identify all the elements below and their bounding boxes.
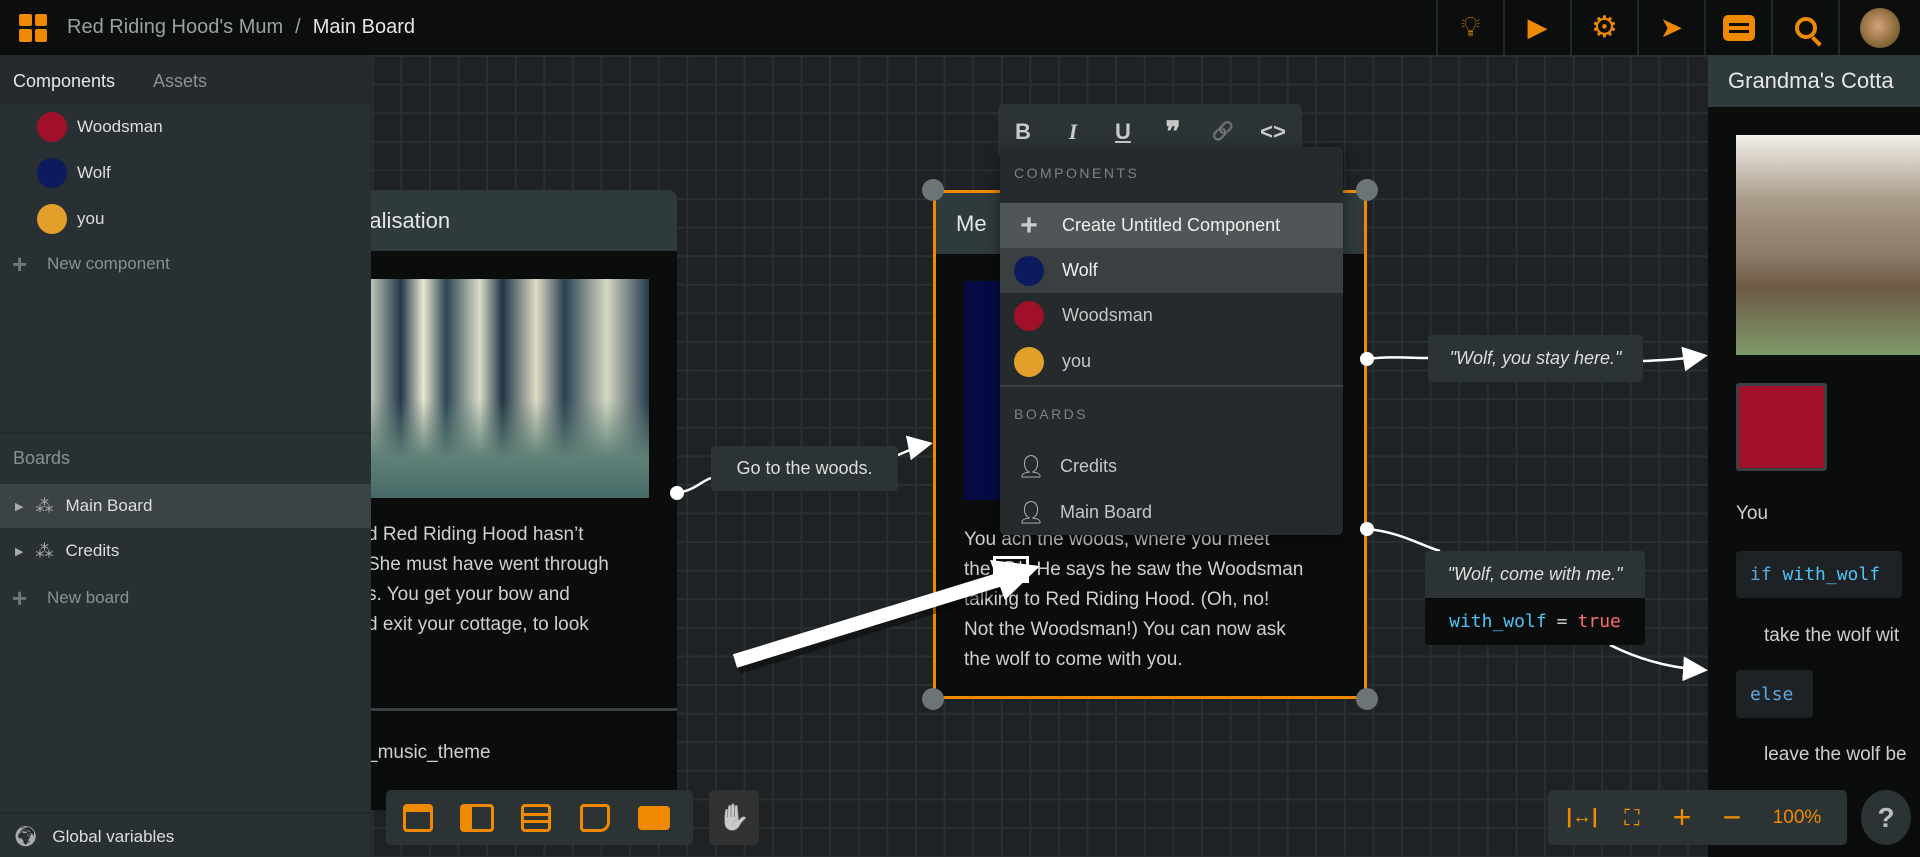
help-button[interactable]: ? (1861, 790, 1911, 845)
lightbulb-icon[interactable]: 💡︎ (1436, 0, 1503, 55)
zoom-in-button[interactable]: + (1654, 790, 1710, 845)
branch-card-icon[interactable] (449, 790, 505, 845)
user-icon: 👤︎ (1017, 453, 1045, 479)
hand-tool-button[interactable]: ✋ (709, 790, 759, 845)
zoom-controls: |↔| ⛶ + − 100% (1548, 790, 1847, 845)
card-title: Grandma's Cotta (1708, 55, 1920, 107)
mention-dropdown: COMPONENTS + Create Untitled Component W… (1000, 147, 1343, 535)
component-option-wolf[interactable]: Wolf (1000, 248, 1343, 293)
new-component-button[interactable]: + New component (0, 242, 371, 286)
sidebar-item-woodsman[interactable]: Woodsman (0, 105, 371, 149)
choice-label-come[interactable]: "Wolf, come with me." with_wolf = true (1425, 551, 1645, 645)
card-text: leave the wolf be (1764, 744, 1907, 765)
divider (1000, 385, 1343, 387)
create-component-option[interactable]: + Create Untitled Component (1000, 203, 1343, 248)
plus-icon: + (1020, 208, 1038, 242)
sidebar-item-you[interactable]: you (0, 197, 371, 241)
sidebar: Components Assets Woodsman Wolf you + New… (0, 55, 371, 857)
you-avatar (37, 204, 67, 234)
code-assignment: with_wolf = true (1425, 598, 1645, 645)
comment-icon[interactable] (626, 790, 682, 845)
zoom-out-button[interactable]: − (1704, 790, 1760, 845)
add-card-toolbar (386, 790, 693, 845)
woodsman-avatar (1014, 300, 1044, 331)
component-option-you[interactable]: you (1000, 339, 1343, 384)
user-avatar[interactable] (1838, 0, 1920, 55)
plus-icon: + (12, 248, 28, 279)
card-icon[interactable] (390, 790, 446, 845)
hand-icon: ✋ (717, 802, 751, 832)
board-icon: ⁂ (35, 540, 54, 561)
sidebar-board-main-board[interactable]: ▶ ⁂ Main Board (0, 484, 371, 528)
globe-icon: 🌍︎ (13, 826, 39, 848)
caret-right-icon[interactable]: ▶ (15, 545, 23, 558)
plus-icon: + (12, 582, 28, 613)
fit-screen-button[interactable]: ⛶ (1604, 790, 1660, 845)
board-option-main-board[interactable]: 👤︎ Main Board (1000, 490, 1343, 535)
sidebar-board-credits[interactable]: ▶ ⁂ Credits (0, 529, 371, 573)
boards-header: Boards (13, 448, 71, 468)
top-bar: Red Riding Hood's Mum / Main Board 💡︎ ▶ … (0, 0, 1920, 55)
play-icon[interactable]: ▶ (1503, 0, 1570, 55)
fit-width-button[interactable]: |↔| (1554, 790, 1610, 845)
wolf-avatar (1014, 255, 1044, 286)
list-card-icon[interactable] (508, 790, 564, 845)
apps-grid-icon[interactable] (19, 13, 47, 42)
component-option-woodsman[interactable]: Woodsman (1000, 293, 1343, 338)
board-icon: ⁂ (35, 495, 54, 516)
story-card-grandmas-cottage[interactable]: Grandma's Cotta You if with_wolf take th… (1708, 55, 1920, 857)
caret-right-icon[interactable]: ▶ (15, 500, 23, 513)
cottage-image (1736, 135, 1920, 355)
search-icon[interactable] (1771, 0, 1838, 55)
board-option-credits[interactable]: 👤︎ Credits (1000, 444, 1343, 489)
section-header: COMPONENTS (1014, 165, 1140, 181)
sidebar-item-wolf[interactable]: Wolf (0, 151, 371, 195)
note-icon[interactable] (567, 790, 623, 845)
breadcrumb-separator: / (295, 16, 301, 38)
gear-icon[interactable]: ⚙ (1570, 0, 1637, 55)
you-avatar (1014, 346, 1044, 377)
choice-label-stay[interactable]: "Wolf, you stay here." (1428, 335, 1643, 382)
card-text: You (1736, 503, 1769, 524)
section-header: BOARDS (1014, 406, 1089, 422)
wolf-avatar (37, 158, 67, 188)
new-board-button[interactable]: + New board (0, 576, 371, 620)
user-icon: 👤︎ (1017, 499, 1045, 525)
woodsman-avatar (37, 112, 67, 142)
comment-icon[interactable] (1704, 0, 1771, 55)
woodsman-image (1736, 383, 1827, 471)
zoom-level[interactable]: 100% (1762, 790, 1832, 845)
global-variables-button[interactable]: 🌍︎ Global variables (0, 816, 371, 857)
tab-assets[interactable]: Assets (153, 71, 207, 92)
card-text: take the wolf wit (1764, 625, 1900, 646)
breadcrumb-project[interactable]: Red Riding Hood's Mum (67, 16, 283, 39)
code-else: else (1736, 670, 1813, 718)
code-if: if with_wolf (1736, 551, 1902, 598)
tab-components[interactable]: Components (13, 71, 115, 92)
breadcrumb-board: Main Board (312, 16, 415, 38)
paper-plane-icon[interactable]: ➤ (1637, 0, 1704, 55)
